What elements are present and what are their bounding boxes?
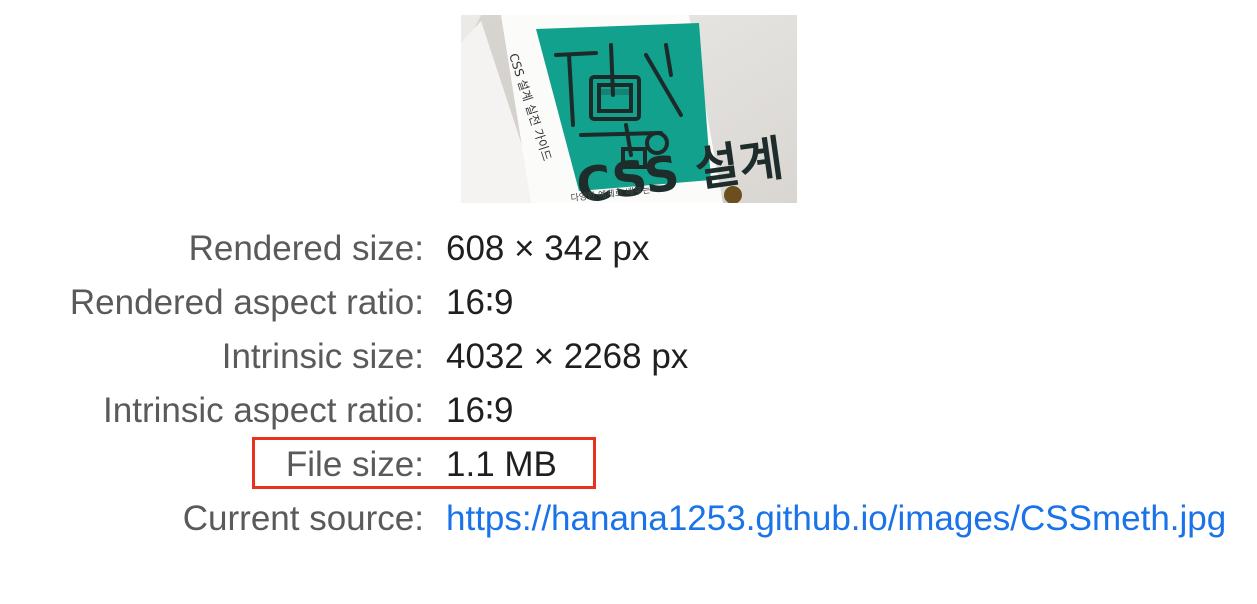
property-intrinsic-aspect-ratio: Intrinsic aspect ratio: 16∶9 bbox=[0, 384, 1257, 438]
property-label: Intrinsic aspect ratio: bbox=[103, 391, 424, 430]
image-properties-panel: Rendered size: 608 × 342 px Rendered asp… bbox=[0, 222, 1257, 602]
property-label: File size: bbox=[285, 445, 424, 484]
property-current-source: Current source: https://hanana1253.githu… bbox=[0, 492, 1257, 602]
property-value: 608 × 342 px bbox=[446, 229, 650, 268]
property-value: 1.1 MB bbox=[446, 445, 557, 484]
image-preview: CSS 설계 다양한 예제로 배우는 CSS 설계 실전 가이드 bbox=[461, 15, 797, 203]
property-label: Rendered aspect ratio: bbox=[69, 283, 424, 322]
property-label: Current source: bbox=[182, 499, 424, 538]
property-file-size: File size: 1.1 MB bbox=[0, 438, 1257, 492]
property-intrinsic-size: Intrinsic size: 4032 × 2268 px bbox=[0, 330, 1257, 384]
property-rendered-size: Rendered size: 608 × 342 px bbox=[0, 222, 1257, 276]
property-label: Intrinsic size: bbox=[221, 337, 424, 376]
property-value: 16∶9 bbox=[446, 283, 514, 322]
property-label: Rendered size: bbox=[188, 229, 424, 268]
current-source-link[interactable]: https://hanana1253.github.io/images/CSSm… bbox=[446, 492, 1246, 546]
book-photo: CSS 설계 다양한 예제로 배우는 CSS 설계 실전 가이드 bbox=[461, 15, 797, 203]
property-value: 16∶9 bbox=[446, 391, 514, 430]
property-rendered-aspect-ratio: Rendered aspect ratio: 16∶9 bbox=[0, 276, 1257, 330]
property-value: 4032 × 2268 px bbox=[446, 337, 689, 376]
